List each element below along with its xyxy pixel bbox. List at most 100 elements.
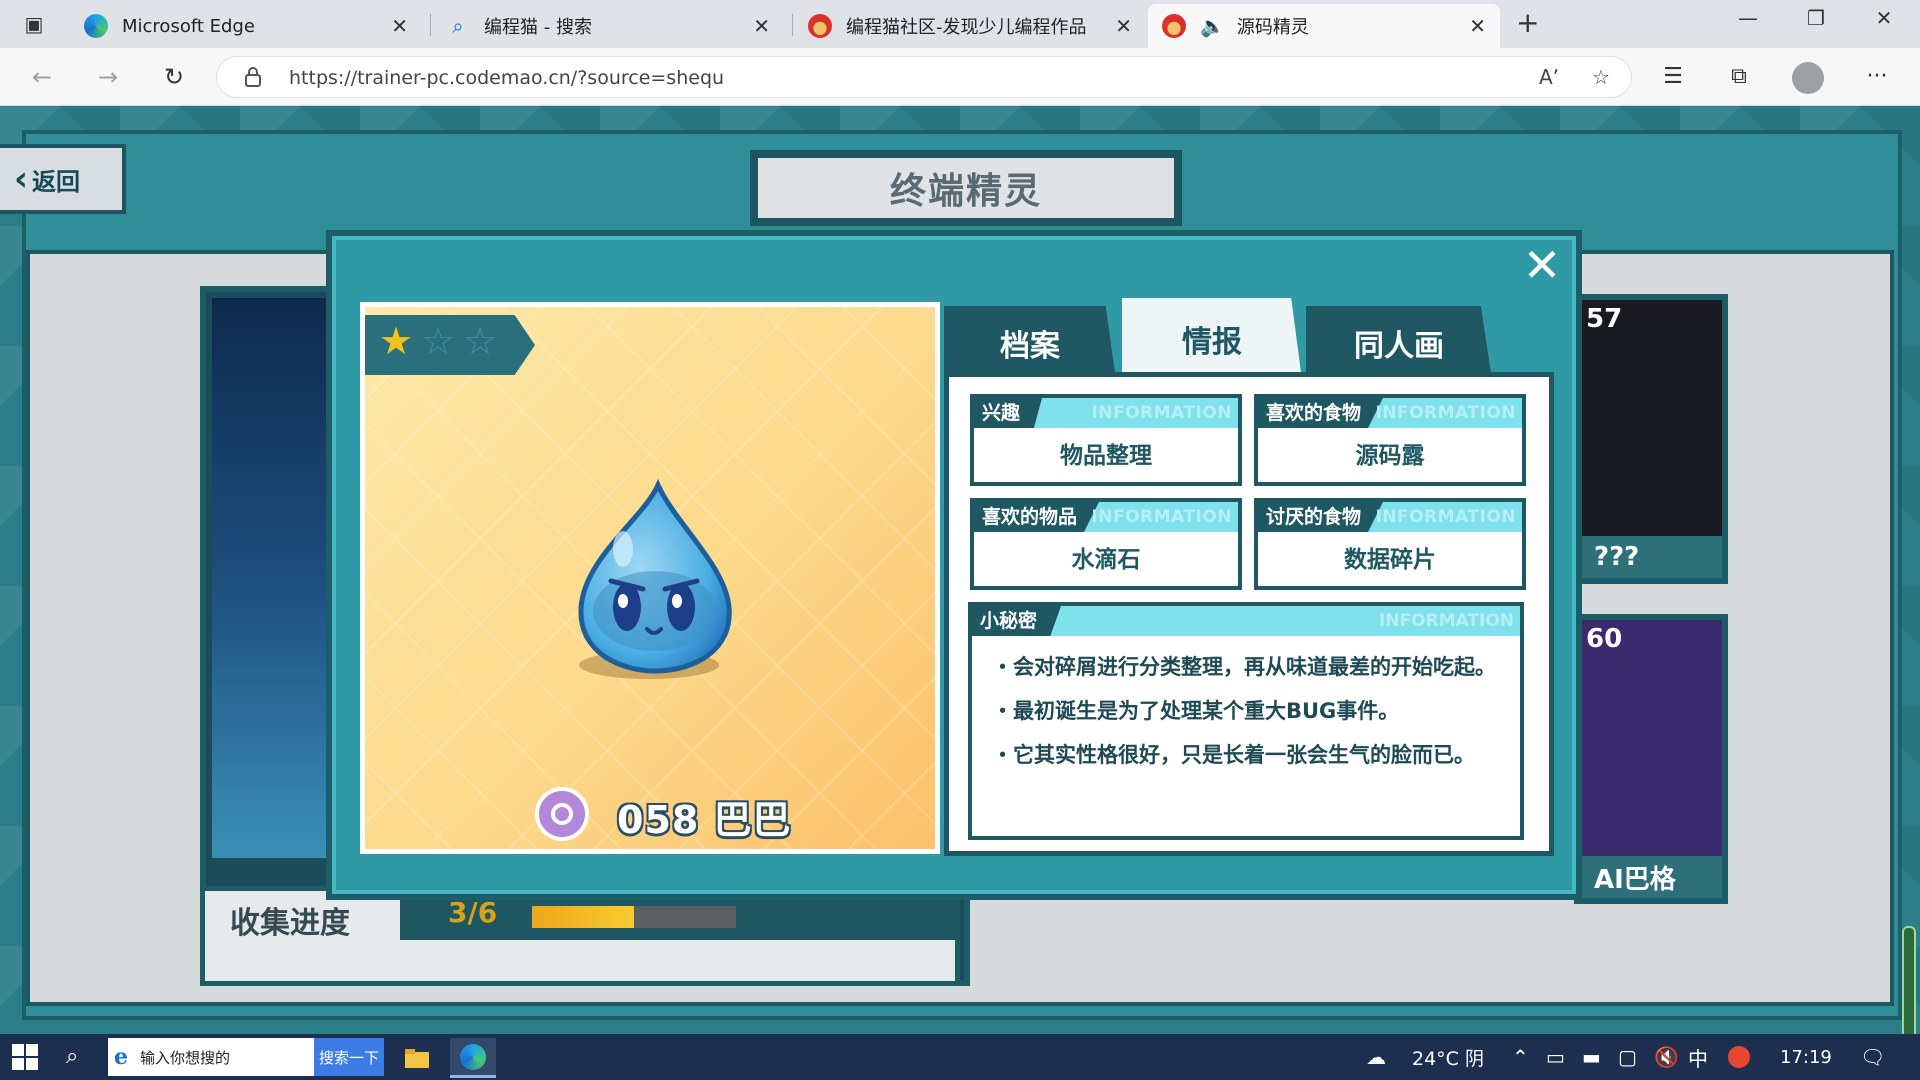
page-title: 终端精灵 (758, 158, 1174, 218)
windows-taskbar: ⌕ e 输入你想搜的 搜索一下 ☁ 24°C 阴 ⌃ ▭ ▬ ▢ 🔇 中 17:… (0, 1034, 1920, 1080)
profile-avatar[interactable] (1792, 62, 1824, 94)
volume-icon[interactable]: 🔇 (1654, 1034, 1679, 1080)
sprite-card-ai-bug[interactable]: 60 AI巴格 (1574, 614, 1728, 904)
tab-source-sprite[interactable]: 🔈 源码精灵 ✕ (1148, 4, 1500, 48)
field-favorite-item: 喜欢的物品 INFORMATION 水滴石 (970, 498, 1242, 590)
field-disliked-food: 讨厌的食物 INFORMATION 数据碎片 (1254, 498, 1526, 590)
collection-progress-bar (532, 906, 736, 928)
close-icon[interactable]: ✕ (1522, 242, 1562, 288)
field-label: 喜欢的食物 (1258, 398, 1384, 428)
close-tab-icon[interactable]: ✕ (391, 14, 408, 38)
address-bar: ← → ↻ https://trainer-pc.codemao.cn/?sou… (0, 48, 1920, 106)
weather-icon[interactable]: ☁ (1366, 1034, 1386, 1080)
new-tab-icon[interactable]: + (1516, 6, 1539, 39)
favorites-icon[interactable]: ☰ (1656, 60, 1690, 94)
read-aloud-icon[interactable]: Aʼ (1535, 65, 1563, 91)
tab-intel[interactable]: 情报 (1122, 298, 1302, 380)
sogou-icon[interactable] (1728, 1034, 1750, 1080)
restore-icon[interactable]: ❐ (1786, 6, 1846, 30)
secret-line: ・它其实性格很好，只是长着一张会生气的脸而已。 (992, 743, 1475, 767)
field-value: 数据碎片 (1344, 547, 1436, 573)
notification-icon[interactable]: 🗨 (1860, 1034, 1885, 1080)
codemao-icon (1162, 14, 1186, 38)
secret-text: ・会对碎屑进行分类整理，再从味道最差的开始吃起。 ・最初诞生是为了处理某个重大B… (992, 652, 1512, 784)
back-button[interactable]: ‹ 返回 (0, 144, 126, 214)
field-watermark: INFORMATION (1375, 507, 1516, 527)
close-window-icon[interactable]: ✕ (1854, 6, 1914, 30)
field-label: 兴趣 (974, 398, 1043, 428)
speaker-icon[interactable]: 🔈 (1200, 14, 1225, 38)
collection-label: 收集进度 (230, 906, 350, 941)
star-empty-icon: ☆ (421, 319, 456, 363)
close-tab-icon[interactable]: ✕ (1115, 14, 1132, 38)
tab-actions-icon[interactable]: ▣ (14, 10, 54, 38)
close-tab-icon[interactable]: ✕ (1469, 14, 1486, 38)
field-value: 源码露 (1355, 443, 1425, 469)
collections-icon[interactable]: ⧉ (1722, 60, 1756, 94)
battery-icon[interactable]: ▬ (1582, 1034, 1601, 1080)
back-icon[interactable]: ← (24, 60, 60, 94)
field-watermark: INFORMATION (1091, 507, 1232, 527)
sprite-name: 058 巴巴 (617, 798, 792, 842)
chevron-left-icon: ‹ (14, 159, 29, 199)
windows-start-icon[interactable] (12, 1044, 38, 1070)
tab-title: 编程猫 - 搜索 (484, 17, 592, 38)
field-value: 水滴石 (1071, 547, 1141, 573)
field-favorite-food: 喜欢的食物 INFORMATION 源码露 (1254, 394, 1526, 486)
game-scrollbar[interactable] (1902, 926, 1916, 1034)
tab-codemao-community[interactable]: 编程猫社区-发现少儿编程作品 ✕ (794, 4, 1146, 48)
close-tab-icon[interactable]: ✕ (753, 14, 770, 38)
edge-taskbar-icon[interactable] (450, 1038, 496, 1078)
field-watermark: INFORMATION (1375, 403, 1516, 423)
weather-text[interactable]: 24°C 阴 (1412, 1034, 1484, 1080)
collection-progress-fill (532, 906, 634, 928)
file-explorer-icon[interactable] (394, 1038, 440, 1078)
sprite-portrait: ★ ☆ ☆ 058 巴巴 (360, 302, 940, 854)
taskbar-search-input[interactable]: e 输入你想搜的 (108, 1038, 314, 1076)
tab-title: 编程猫社区-发现少儿编程作品 (846, 17, 1087, 38)
tab-microsoft-edge[interactable]: Microsoft Edge ✕ (70, 4, 422, 48)
field-value: 物品整理 (1060, 443, 1152, 469)
field-secret: 小秘密 INFORMATION ・会对碎屑进行分类整理，再从味道最差的开始吃起。 … (968, 602, 1524, 840)
tab-title: Microsoft Edge (122, 15, 255, 37)
more-options-icon[interactable]: ··· (1860, 60, 1894, 94)
card-number: 57 (1586, 304, 1623, 334)
star-empty-icon: ☆ (463, 319, 498, 363)
browser-tab-bar: ▣ Microsoft Edge ✕ ⌕ 编程猫 - 搜索 ✕ 编程猫社区-发现… (0, 0, 1920, 48)
field-watermark: INFORMATION (1378, 611, 1514, 631)
network-icon[interactable]: ▭ (1546, 1034, 1565, 1080)
field-label: 讨厌的食物 (1258, 502, 1384, 532)
url-field[interactable]: https://trainer-pc.codemao.cn/?source=sh… (216, 56, 1632, 98)
search-icon[interactable]: ⌕ (66, 1044, 92, 1070)
page-title-plate: 终端精灵 (750, 150, 1182, 226)
ime-indicator[interactable]: 中 (1688, 1034, 1708, 1080)
chevron-up-icon[interactable]: ⌃ (1512, 1034, 1529, 1080)
edge-icon (84, 14, 108, 38)
tab-fan-art[interactable]: 同人画 (1306, 306, 1492, 380)
star-filled-icon: ★ (379, 319, 414, 363)
tab-codemao-search[interactable]: ⌕ 编程猫 - 搜索 ✕ (432, 4, 784, 48)
clock[interactable]: 17:19 (1780, 1034, 1832, 1080)
taskbar-search-button[interactable]: 搜索一下 (314, 1038, 384, 1076)
tab-profile[interactable]: 档案 (944, 306, 1116, 380)
secret-line: ・最初诞生是为了处理某个重大BUG事件。 (992, 699, 1400, 723)
field-hobby: 兴趣 INFORMATION 物品整理 (970, 394, 1242, 486)
back-label: 返回 (32, 167, 81, 196)
card-name: AI巴格 (1580, 856, 1722, 898)
forward-icon[interactable]: → (90, 60, 126, 94)
field-label: 喜欢的物品 (974, 502, 1100, 532)
minimize-icon[interactable]: — (1718, 6, 1778, 30)
water-drop-sprite (578, 479, 732, 674)
search-icon: ⌕ (452, 14, 464, 38)
add-favorite-icon[interactable]: ☆ (1587, 65, 1615, 91)
secret-line: ・会对碎屑进行分类整理，再从味道最差的开始吃起。 (992, 655, 1496, 679)
field-label: 小秘密 (972, 606, 1062, 636)
collection-count: 3/6 (448, 896, 498, 929)
sprite-card-unknown[interactable]: 57 ??? (1574, 294, 1728, 584)
refresh-icon[interactable]: ↻ (156, 60, 192, 94)
field-watermark: INFORMATION (1091, 403, 1232, 423)
tab-title: 源码精灵 (1236, 17, 1309, 38)
url-text: https://trainer-pc.codemao.cn/?source=sh… (289, 67, 725, 89)
lock-icon[interactable] (245, 67, 261, 87)
display-icon[interactable]: ▢ (1618, 1034, 1637, 1080)
